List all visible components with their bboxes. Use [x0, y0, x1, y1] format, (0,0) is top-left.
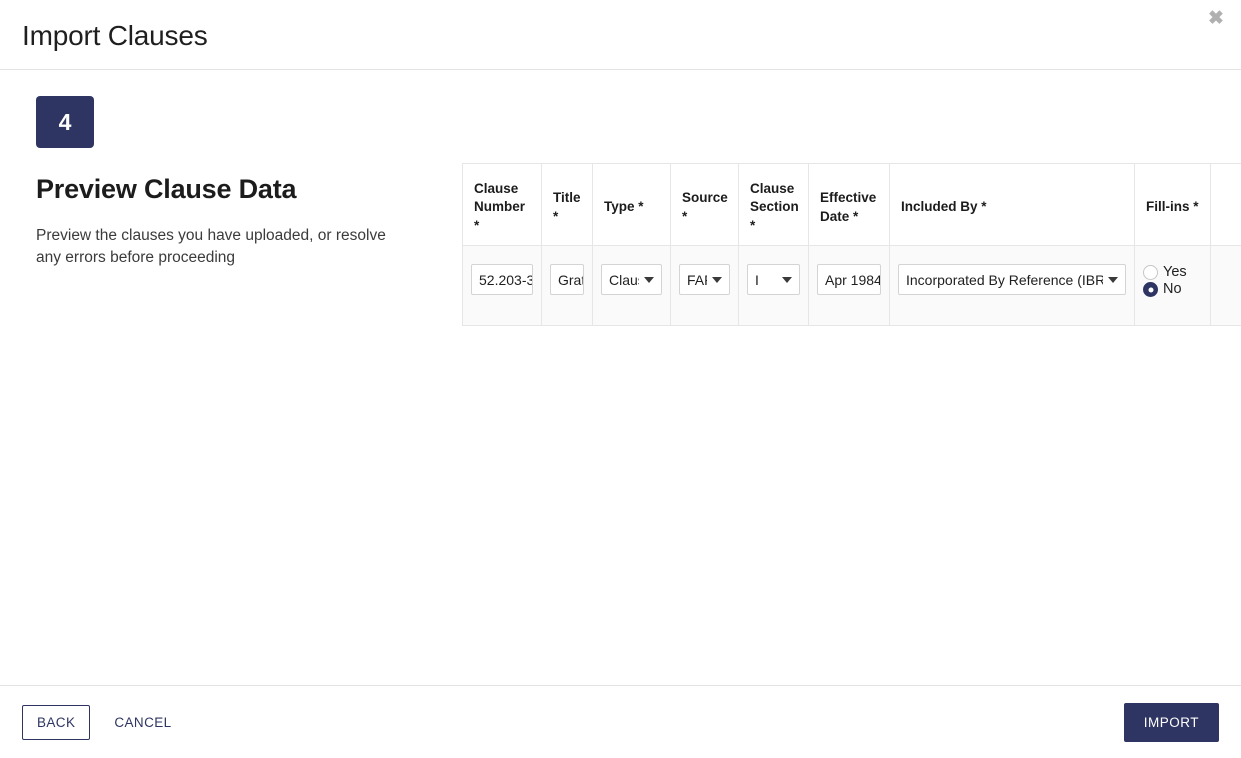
- clause-number-input[interactable]: 52.203-3: [471, 264, 533, 295]
- table-header: Clause Number * Title * Type * Source * …: [462, 163, 1241, 246]
- fill-ins-option-yes-label: Yes: [1163, 264, 1187, 281]
- fill-ins-radio-yes[interactable]: Yes: [1143, 265, 1202, 280]
- column-header-effective-date: Effective Date *: [808, 163, 890, 246]
- clause-preview-table-pane: Clause Number * Title * Type * Source * …: [462, 70, 1241, 685]
- step-description: Preview the clauses you have uploaded, o…: [36, 227, 386, 267]
- radio-checked-icon: [1143, 282, 1158, 297]
- source-select[interactable]: FAR: [679, 264, 730, 295]
- chevron-down-icon: [782, 276, 792, 283]
- chevron-down-icon: [644, 276, 654, 283]
- import-button[interactable]: IMPORT: [1123, 702, 1219, 742]
- cell-fill-ins: Yes No: [1134, 245, 1211, 326]
- column-header-included-by: Included By *: [889, 163, 1135, 246]
- type-select-value: Clause: [609, 271, 639, 288]
- step-number-badge: 4: [36, 96, 94, 148]
- import-clauses-modal: Import Clauses ✖ 4 Preview Clause Data P…: [0, 0, 1241, 758]
- column-header-clause-number: Clause Number *: [462, 163, 542, 246]
- clause-section-select[interactable]: I: [747, 264, 800, 295]
- fill-ins-option-no-label: No: [1163, 281, 1182, 298]
- cell-included-by: Incorporated By Reference (IBR): [889, 245, 1135, 326]
- column-header-fill-ins: Fill-ins *: [1134, 163, 1211, 246]
- table-row: 52.203-3 Grat Clause: [462, 245, 1241, 326]
- cell-clause-section: I: [738, 245, 809, 326]
- close-icon[interactable]: ✖: [1203, 5, 1229, 31]
- cell-clause-number: 52.203-3: [462, 245, 542, 326]
- cell-title: Grat: [541, 245, 593, 326]
- table-body: 52.203-3 Grat Clause: [462, 245, 1241, 326]
- cell-type: Clause: [592, 245, 671, 326]
- column-header-clause-section: Clause Section *: [738, 163, 809, 246]
- chevron-down-icon: [712, 276, 722, 283]
- fill-ins-radio-no[interactable]: No: [1143, 282, 1202, 297]
- clause-section-select-value: I: [755, 271, 759, 288]
- source-select-value: FAR: [687, 271, 707, 288]
- clause-preview-table: Clause Number * Title * Type * Source * …: [462, 163, 1241, 326]
- back-button[interactable]: BACK: [22, 704, 91, 740]
- step-pane: 4 Preview Clause Data Preview the clause…: [0, 70, 462, 269]
- cancel-button[interactable]: CANCEL: [108, 706, 177, 739]
- column-header-type: Type *: [592, 163, 671, 246]
- effective-date-input[interactable]: Apr 1984: [817, 264, 881, 295]
- modal-body: 4 Preview Clause Data Preview the clause…: [0, 70, 1241, 685]
- fill-ins-radio-group: Yes No: [1143, 264, 1202, 297]
- modal-footer: BACK CANCEL IMPORT: [0, 685, 1241, 758]
- title-input[interactable]: Grat: [550, 264, 584, 295]
- cell-effective-date: Apr 1984: [808, 245, 890, 326]
- table-header-row: Clause Number * Title * Type * Source * …: [462, 163, 1241, 246]
- cell-overflow: [1210, 245, 1241, 326]
- page-title: Import Clauses: [22, 19, 208, 51]
- chevron-down-icon: [1108, 276, 1118, 283]
- included-by-select[interactable]: Incorporated By Reference (IBR): [898, 264, 1126, 295]
- step-heading: Preview Clause Data: [36, 174, 297, 204]
- column-header-title: Title *: [541, 163, 593, 246]
- column-header-source: Source *: [670, 163, 739, 246]
- radio-unchecked-icon: [1143, 265, 1158, 280]
- modal-header: Import Clauses ✖: [0, 0, 1241, 70]
- cell-source: FAR: [670, 245, 739, 326]
- column-header-overflow: [1210, 163, 1241, 246]
- type-select[interactable]: Clause: [601, 264, 662, 295]
- included-by-select-value: Incorporated By Reference (IBR): [906, 271, 1103, 288]
